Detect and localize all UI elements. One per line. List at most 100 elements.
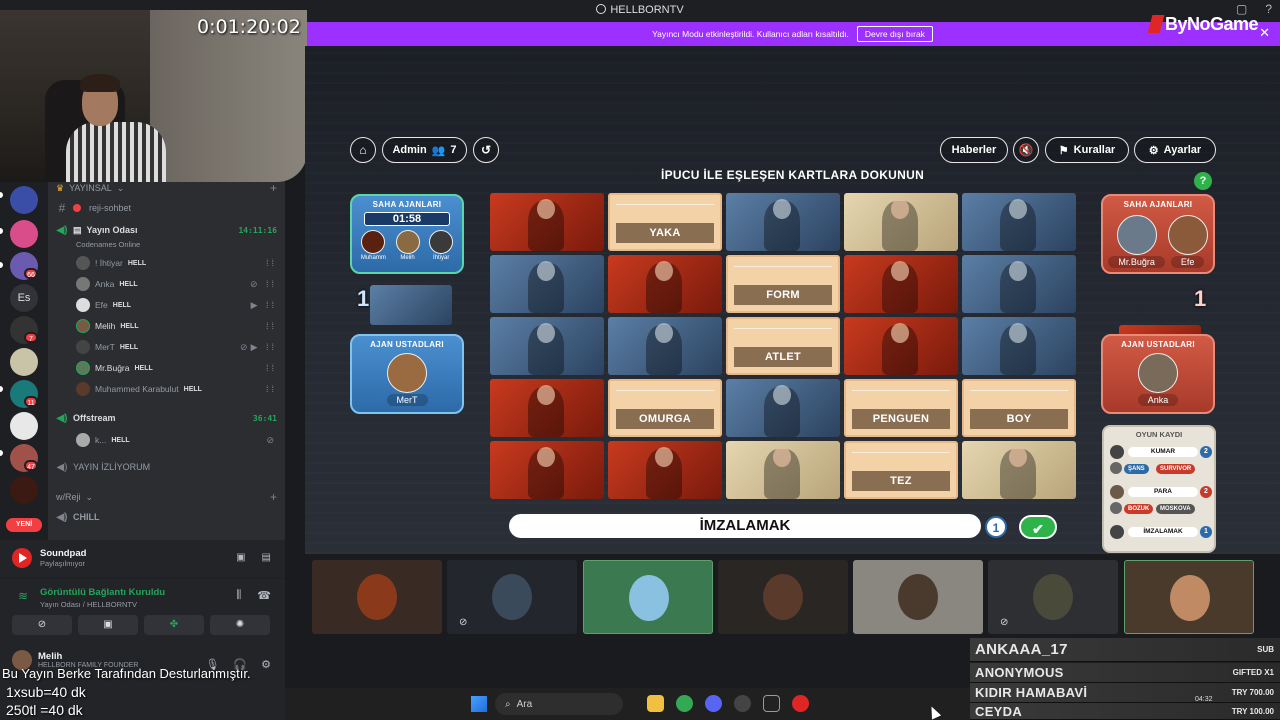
revealed-card-red[interactable] bbox=[490, 193, 604, 251]
server-icon[interactable] bbox=[10, 348, 38, 376]
camera-off-button[interactable]: ⊘ bbox=[12, 615, 72, 635]
participant-camera[interactable] bbox=[583, 560, 713, 634]
add-channel-icon[interactable]: + bbox=[270, 181, 277, 195]
word-card[interactable]: FORM bbox=[726, 255, 840, 313]
voice-user[interactable]: Melih HELL ⁞⁞ bbox=[76, 316, 277, 336]
soundboard-button[interactable]: ✺ bbox=[210, 615, 270, 635]
word-card[interactable]: ATLET bbox=[726, 317, 840, 375]
subscriber-feed: ANKAAA_17 SUB ANONYMOUS GIFTED X1 KIDIR HA… bbox=[970, 638, 1280, 720]
player[interactable]: Muhamm bbox=[361, 230, 386, 261]
revealed-card-blue[interactable] bbox=[726, 193, 840, 251]
voice-channel-yayin-izliyorum[interactable]: ◀) YAYIN İZLİYORUM bbox=[56, 457, 277, 477]
revealed-card-red[interactable] bbox=[608, 255, 722, 313]
speaker-icon: ◀) bbox=[56, 412, 68, 424]
log-guess: ŞANS SURVIVOR bbox=[1110, 462, 1214, 476]
disconnect-icon[interactable]: ☎ bbox=[257, 589, 271, 602]
gear-icon[interactable]: ⚙ bbox=[261, 658, 271, 671]
participant-camera[interactable] bbox=[853, 560, 983, 634]
word-card[interactable]: TEZ bbox=[844, 441, 958, 499]
revealed-card-neutral[interactable] bbox=[726, 441, 840, 499]
obs-icon[interactable] bbox=[734, 695, 751, 712]
help-button[interactable]: ? bbox=[1194, 172, 1212, 190]
participant-camera[interactable]: ⊘ bbox=[447, 560, 577, 634]
voice-user[interactable]: Anka HELL ⊘ ⁞⁞ bbox=[76, 274, 277, 294]
player[interactable]: İhtiyar bbox=[429, 230, 454, 261]
codenames-game: ⌂ Admin 👥 7 ↺ Haberler 🔇 ⚑ Kurallar ⚙ Ayarla… bbox=[305, 46, 1280, 554]
chrome-icon[interactable] bbox=[676, 695, 693, 712]
end-guessing-button[interactable]: ✔ bbox=[1019, 515, 1057, 539]
revealed-card-blue[interactable] bbox=[726, 379, 840, 437]
server-icon[interactable] bbox=[10, 220, 38, 248]
mute-button[interactable]: 🔇 bbox=[1013, 137, 1039, 163]
server-es[interactable]: Es bbox=[10, 284, 38, 312]
discord-icon[interactable] bbox=[705, 695, 722, 712]
participant-camera[interactable]: ⊘ bbox=[988, 560, 1118, 634]
rules-button[interactable]: ⚑ Kurallar bbox=[1045, 137, 1129, 163]
media-player-icon[interactable] bbox=[792, 695, 809, 712]
streamer-mode-banner: Yayıncı Modu etkinleştirildi. Kullanıcı … bbox=[305, 22, 1280, 46]
close-icon[interactable]: ✕ bbox=[1259, 25, 1270, 41]
taskbar-search[interactable]: ⌕ Ara bbox=[495, 693, 623, 715]
revealed-card-blue[interactable] bbox=[490, 317, 604, 375]
participant-camera[interactable] bbox=[718, 560, 848, 634]
participant-face bbox=[763, 574, 803, 620]
channel-reji-sohbet[interactable]: # reji-sohbet bbox=[56, 198, 277, 218]
player[interactable]: Anka bbox=[1137, 353, 1179, 406]
player[interactable]: MerT bbox=[386, 353, 428, 406]
add-channel-icon[interactable]: + bbox=[270, 490, 277, 504]
category-w-reji[interactable]: w/Reji ⌄ + bbox=[56, 487, 277, 507]
revealed-card-red[interactable] bbox=[490, 441, 604, 499]
voice-channel-offstream[interactable]: ◀) Offstream 36:41 bbox=[56, 408, 277, 428]
revealed-card-blue[interactable] bbox=[962, 317, 1076, 375]
windows-start-icon[interactable] bbox=[471, 696, 487, 712]
player[interactable]: Efe bbox=[1167, 215, 1208, 268]
voice-user[interactable]: ! İhtiyar HELL ⁞⁞ bbox=[76, 253, 277, 273]
participant-camera[interactable] bbox=[1124, 560, 1254, 634]
yin-yang-server-icon[interactable] bbox=[10, 412, 38, 440]
noise-suppression-icon[interactable]: ⫼ bbox=[236, 589, 241, 602]
agent-figure bbox=[528, 447, 564, 499]
voice-user[interactable]: Mr.Buğra HELL ⁞⁞ bbox=[76, 358, 277, 378]
revealed-card-blue[interactable] bbox=[962, 193, 1076, 251]
help-icon[interactable]: ? bbox=[1265, 2, 1272, 16]
player[interactable]: Melih bbox=[395, 230, 420, 261]
participant-camera[interactable] bbox=[312, 560, 442, 634]
admin-button[interactable]: Admin 👥 7 bbox=[382, 137, 467, 163]
game-share-icon[interactable]: ▤ bbox=[262, 552, 271, 563]
soundpad-actions: ▣ ▤ bbox=[236, 552, 271, 563]
role-tag: HELL bbox=[134, 364, 153, 372]
home-button[interactable]: ⌂ bbox=[350, 137, 376, 163]
discord-logo-icon bbox=[596, 4, 607, 14]
revealed-card-neutral[interactable] bbox=[844, 193, 958, 251]
share-screen-button[interactable]: ▣ bbox=[78, 615, 138, 635]
revealed-card-blue[interactable] bbox=[608, 317, 722, 375]
settings-button[interactable]: ⚙ Ayarlar bbox=[1134, 137, 1216, 163]
word-card[interactable]: YAKA bbox=[608, 193, 722, 251]
revealed-card-blue[interactable] bbox=[962, 255, 1076, 313]
revealed-card-red[interactable] bbox=[608, 441, 722, 499]
revealed-card-red[interactable] bbox=[490, 379, 604, 437]
voice-user[interactable]: Muhammed Karabulut HELL ⁞⁞ bbox=[76, 379, 277, 399]
word-card[interactable]: BOY bbox=[962, 379, 1076, 437]
revealed-card-red[interactable] bbox=[844, 255, 958, 313]
server-icon[interactable] bbox=[10, 476, 38, 504]
voice-user[interactable]: k... HELL ⊘ bbox=[76, 430, 277, 450]
news-button[interactable]: Haberler bbox=[940, 137, 1008, 163]
voice-user[interactable]: Efe HELL ▶ ⁞⁞ bbox=[76, 295, 277, 315]
screen-share-icon[interactable]: ▣ bbox=[236, 552, 245, 563]
server-icon[interactable] bbox=[10, 186, 38, 214]
revealed-card-red[interactable] bbox=[844, 317, 958, 375]
file-explorer-icon[interactable] bbox=[647, 695, 664, 712]
player[interactable]: Mr.Buğra bbox=[1108, 215, 1165, 268]
undo-button[interactable]: ↺ bbox=[473, 137, 499, 163]
word-card[interactable]: OMURGA bbox=[608, 379, 722, 437]
revealed-card-neutral[interactable] bbox=[962, 441, 1076, 499]
epic-games-icon[interactable] bbox=[763, 695, 780, 712]
disable-streamer-mode-button[interactable]: Devre dışı bırak bbox=[856, 26, 933, 42]
voice-user[interactable]: MerT HELL ⊘▶ ⁞⁞ bbox=[76, 337, 277, 357]
activities-button[interactable]: ✤ bbox=[144, 615, 204, 635]
word-card[interactable]: PENGUEN bbox=[844, 379, 958, 437]
participant-face bbox=[629, 575, 669, 621]
revealed-card-blue[interactable] bbox=[490, 255, 604, 313]
voice-channel-chill[interactable]: ◀) CHILL bbox=[56, 507, 277, 527]
